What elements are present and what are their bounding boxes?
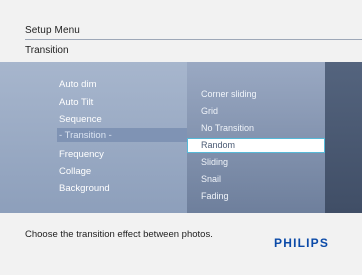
menu-item-auto-tilt[interactable]: Auto Tilt — [59, 97, 93, 108]
help-text: Choose the transition effect between pho… — [25, 229, 213, 240]
menu-item-auto-dim[interactable]: Auto dim — [59, 79, 97, 90]
option-sliding[interactable]: Sliding — [201, 157, 228, 167]
option-grid[interactable]: Grid — [201, 106, 218, 116]
menu-item-collage[interactable]: Collage — [59, 166, 91, 177]
preview-edge — [325, 62, 362, 213]
brand-logo: PHILIPS — [274, 236, 330, 250]
page-title: Setup Menu — [25, 25, 80, 36]
option-corner-sliding[interactable]: Corner sliding — [201, 89, 257, 99]
option-no-transition[interactable]: No Transition — [201, 123, 254, 133]
menu-stage: Auto dim Auto Tilt Sequence - Transition… — [0, 62, 362, 213]
menu-item-transition[interactable]: - Transition - — [59, 130, 112, 141]
header-divider — [25, 39, 362, 40]
option-random[interactable]: Random — [201, 140, 235, 150]
option-fading[interactable]: Fading — [201, 191, 229, 201]
menu-item-background[interactable]: Background — [59, 183, 110, 194]
section-title: Transition — [25, 45, 69, 56]
menu-item-frequency[interactable]: Frequency — [59, 149, 104, 160]
option-snail[interactable]: Snail — [201, 174, 221, 184]
menu-item-sequence[interactable]: Sequence — [59, 114, 102, 125]
